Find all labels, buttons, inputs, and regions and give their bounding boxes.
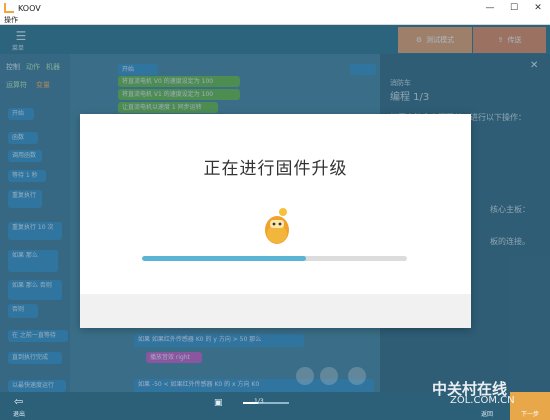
mascot-icon: [265, 208, 289, 244]
exit-icon[interactable]: ⇦: [14, 395, 23, 408]
firmware-update-dialog: 正在进行固件升级: [80, 114, 471, 328]
maximize-button[interactable]: ☐: [502, 0, 526, 16]
koov-logo-icon: [4, 3, 14, 13]
dialog-footer: [80, 294, 471, 328]
page-indicator: 1/3: [254, 398, 264, 405]
exit-label: 退出: [13, 411, 26, 418]
close-button[interactable]: ✕: [526, 0, 550, 16]
progress-bar: [142, 256, 407, 261]
robot-icon: ▣: [214, 398, 223, 408]
progress-fill: [142, 256, 307, 261]
minimize-button[interactable]: —: [478, 0, 502, 16]
page-progress-bar: [243, 402, 289, 404]
title-bar: KOOV: [0, 0, 550, 16]
watermark-url: ZOL.COM.CN: [450, 395, 515, 406]
back-label[interactable]: 返回: [481, 409, 493, 418]
app-title: KOOV: [18, 3, 41, 13]
menu-bar-operate[interactable]: 操作: [0, 16, 550, 25]
next-button[interactable]: 下一步: [510, 392, 550, 420]
dialog-title: 正在进行固件升级: [203, 159, 348, 179]
